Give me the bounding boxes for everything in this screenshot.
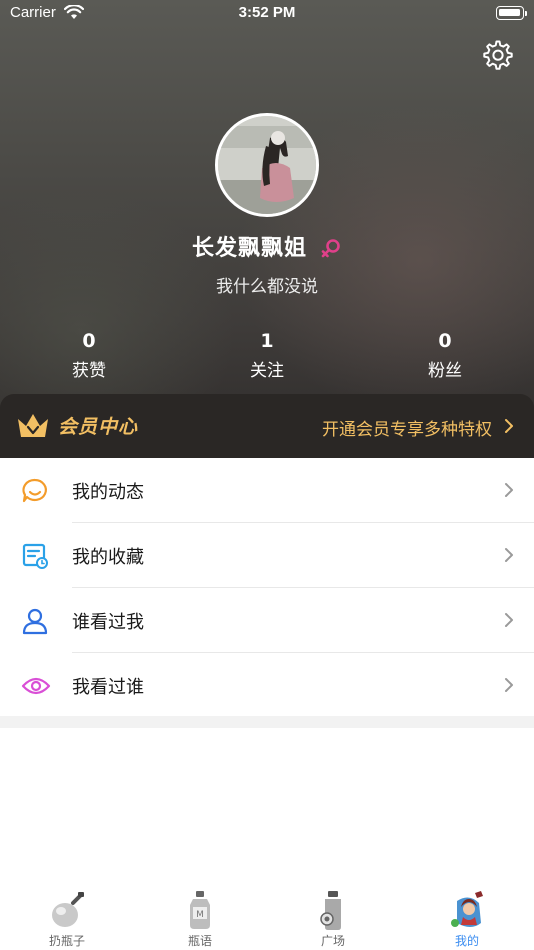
favorites-card-icon xyxy=(21,542,49,570)
plaza-icon xyxy=(311,889,355,931)
profile-header: Carrier 3:52 PM 长发飘飘姐 我什么都没说 0 获赞 1 关注 0… xyxy=(0,0,534,458)
section-separator xyxy=(0,716,534,728)
menu-item-who-viewed-me[interactable]: 谁看过我 xyxy=(0,588,534,653)
profile-tab-icon xyxy=(445,889,489,931)
stat-following-count: 1 xyxy=(260,330,274,352)
stat-followers[interactable]: 0 粉丝 xyxy=(395,330,495,381)
profile-name-row: 长发飘飘姐 xyxy=(0,230,534,264)
menu-label: 我看过谁 xyxy=(72,677,144,698)
bottom-tab-bar: 扔瓶子 M 瓶语 广场 我的 xyxy=(0,883,534,950)
profile-stats: 0 获赞 1 关注 0 粉丝 xyxy=(0,330,534,382)
stat-likes[interactable]: 0 获赞 xyxy=(39,330,139,381)
avatar[interactable] xyxy=(215,113,319,217)
stat-followers-count: 0 xyxy=(438,330,452,352)
tab-mine[interactable]: 我的 xyxy=(422,889,512,949)
eye-icon xyxy=(21,672,51,700)
tab-throw-bottle[interactable]: 扔瓶子 xyxy=(22,889,112,949)
profile-name: 长发飘飘姐 xyxy=(191,236,307,261)
menu-label: 我的收藏 xyxy=(72,547,144,568)
tab-bottle-message[interactable]: M 瓶语 xyxy=(155,889,245,949)
tab-plaza[interactable]: 广场 xyxy=(288,889,378,949)
tab-label: 瓶语 xyxy=(187,934,212,948)
tab-label: 我的 xyxy=(454,934,479,948)
chevron-right-icon xyxy=(504,418,514,438)
stat-following[interactable]: 1 关注 xyxy=(217,330,317,381)
clock: 3:52 PM xyxy=(238,4,296,21)
menu-item-my-favorites[interactable]: 我的收藏 xyxy=(0,523,534,588)
menu-item-who-i-viewed[interactable]: 我看过谁 xyxy=(0,653,534,718)
female-icon xyxy=(320,238,342,264)
smiley-chat-icon xyxy=(21,477,49,505)
crown-icon xyxy=(16,412,50,444)
stat-following-label: 关注 xyxy=(250,361,284,381)
person-icon xyxy=(21,607,49,635)
stat-likes-label: 获赞 xyxy=(72,361,106,381)
stat-followers-label: 粉丝 xyxy=(428,361,462,381)
vip-promo: 开通会员专享多种特权 xyxy=(322,420,492,440)
stat-likes-count: 0 xyxy=(82,330,96,352)
menu-item-my-posts[interactable]: 我的动态 xyxy=(0,458,534,523)
throw-bottle-icon xyxy=(45,889,89,931)
vip-title: 会员中心 xyxy=(58,416,139,438)
tab-label: 扔瓶子 xyxy=(48,934,85,948)
chevron-right-icon xyxy=(504,547,514,567)
status-bar: Carrier 3:52 PM xyxy=(0,0,534,28)
tab-label: 广场 xyxy=(320,934,345,948)
svg-text:M: M xyxy=(196,910,204,920)
profile-bio: 我什么都没说 xyxy=(216,277,318,297)
battery-icon xyxy=(496,6,527,20)
vip-center-banner[interactable]: 会员中心 开通会员专享多种特权 xyxy=(0,394,534,458)
chevron-right-icon xyxy=(504,482,514,502)
menu-label: 我的动态 xyxy=(72,482,144,503)
chevron-right-icon xyxy=(504,612,514,632)
menu-label: 谁看过我 xyxy=(72,612,144,633)
profile-menu: 我的动态 我的收藏 谁看过我 我看过谁 xyxy=(0,458,534,718)
chevron-right-icon xyxy=(504,677,514,697)
bottle-message-icon: M xyxy=(178,889,222,931)
settings-gear-icon[interactable] xyxy=(481,38,515,72)
